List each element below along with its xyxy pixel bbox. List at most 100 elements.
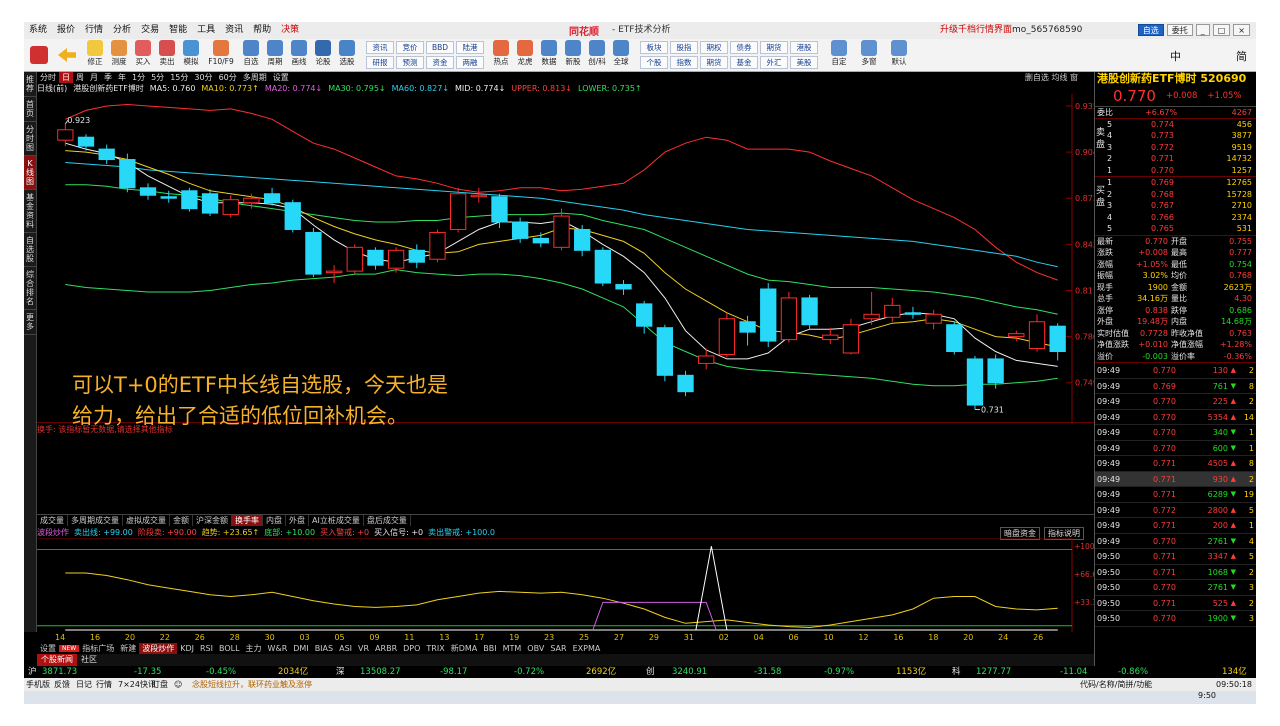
toolbar-btn-6[interactable]: 自选 — [240, 40, 262, 71]
volume-tab-0[interactable]: 成交量 — [37, 515, 68, 526]
period-tab-12[interactable]: 设置 — [270, 72, 292, 83]
news-tab-community[interactable]: 社区 — [77, 654, 101, 666]
upgrade-link[interactable]: 升级千档行情界面 — [940, 22, 1012, 39]
indicator-tab-1[interactable]: NEW — [59, 644, 80, 652]
period-tab-11[interactable]: 多周期 — [240, 72, 270, 83]
toolbar-chip-1-2[interactable]: 资金 — [426, 56, 454, 69]
indicator-tab-22[interactable]: EXPMA — [570, 644, 604, 653]
tick-row[interactable]: 09:50 0.770 1900 ▼ 3 — [1095, 611, 1256, 627]
quote-icon[interactable] — [28, 40, 50, 71]
toolbar-chip-1-3[interactable]: 两融 — [456, 56, 484, 69]
close-icon[interactable]: × — [1233, 24, 1250, 36]
indicator-tab-10[interactable]: DMI — [290, 644, 311, 653]
volume-tab-3[interactable]: 金额 — [170, 515, 193, 526]
autoselect-button[interactable]: 自选 — [1137, 24, 1164, 36]
toolbar-btn-7[interactable]: 周期 — [264, 40, 286, 71]
news-tab-stock[interactable]: 个股新闻 — [37, 654, 77, 666]
tick-row[interactable]: 09:49 0.771 930 ▲ 2 — [1095, 471, 1256, 487]
toolbar-btn-0[interactable]: 修正 — [84, 40, 106, 71]
left-tab-7[interactable]: 更多 — [24, 310, 36, 335]
tick-row[interactable]: 09:50 0.771 3347 ▲ 5 — [1095, 549, 1256, 565]
tick-list[interactable]: 09:49 0.770 130 ▲ 2 09:49 0.769 761 ▼ 8 09:49 0.770… — [1095, 363, 1256, 627]
lang-simplified[interactable]: 简 — [1236, 48, 1247, 64]
tick-row[interactable]: 09:49 0.770 600 ▼ 1 — [1095, 441, 1256, 456]
period-tab-0[interactable]: 分时 — [37, 72, 59, 83]
tick-row[interactable]: 09:50 0.770 2761 ▼ 3 — [1095, 580, 1256, 596]
indicator-tab-20[interactable]: OBV — [524, 644, 547, 653]
tick-row[interactable]: 09:49 0.771 6289 ▼ 19 — [1095, 487, 1256, 503]
lang-zh[interactable]: 中 — [1170, 48, 1181, 64]
status-item-8[interactable]: 代码/名称/简拼/功能 — [1080, 678, 1152, 691]
toolbar-chip2-1-3[interactable]: 基金 — [730, 56, 758, 69]
toolbar-mid-1[interactable]: 龙虎 — [514, 40, 536, 71]
entrust-button[interactable]: 委托 — [1166, 24, 1193, 36]
toolbar-btn-1[interactable]: 测度 — [108, 40, 130, 71]
toolbar-chip2-0-2[interactable]: 期权 — [700, 41, 728, 54]
tick-row[interactable]: 09:49 0.770 130 ▲ 2 — [1095, 363, 1256, 379]
indicator-tab-14[interactable]: ARBR — [372, 644, 400, 653]
sell-level[interactable]: 5 0.774 456 — [1095, 119, 1256, 131]
toolbar-mid-2[interactable]: 数据 — [538, 40, 560, 71]
toolbar-chip2-1-1[interactable]: 指数 — [670, 56, 698, 69]
toolbar-btn-2[interactable]: 买入 — [132, 40, 154, 71]
tick-row[interactable]: 09:49 0.769 761 ▼ 8 — [1095, 379, 1256, 394]
buy-level[interactable]: 2 0.768 15728 — [1095, 189, 1256, 201]
toolbar-btn-9[interactable]: 论股 — [312, 40, 334, 71]
toolbar-chip2-0-0[interactable]: 板块 — [640, 41, 668, 54]
period-tab-1[interactable]: 日 — [59, 72, 73, 83]
left-tab-4[interactable]: 基金资料 — [24, 190, 36, 233]
left-tab-0[interactable]: 推荐 — [24, 72, 36, 97]
indicator-tab-6[interactable]: RSI — [197, 644, 216, 653]
sell-level[interactable]: 3 0.772 9519 — [1095, 142, 1256, 154]
volume-tab-2[interactable]: 虚拟成交量 — [123, 515, 170, 526]
toolbar-chip-1-0[interactable]: 研报 — [366, 56, 394, 69]
menu-item-3[interactable]: 分析 — [108, 22, 136, 39]
tick-row[interactable]: 09:49 0.770 5354 ▲ 14 — [1095, 410, 1256, 425]
toolbar-chip2-1-0[interactable]: 个股 — [640, 56, 668, 69]
tick-row[interactable]: 09:49 0.772 2800 ▲ 5 — [1095, 503, 1256, 518]
indicator-tab-7[interactable]: BOLL — [216, 644, 243, 653]
candle[interactable] — [760, 283, 777, 348]
toolbar-btn-4[interactable]: 模拟 — [180, 40, 202, 71]
candle[interactable] — [594, 247, 611, 287]
tick-row[interactable]: 09:49 0.770 2761 ▼ 4 — [1095, 534, 1256, 549]
toolbar-btn-8[interactable]: 画线 — [288, 40, 310, 71]
indicator-tab-13[interactable]: VR — [355, 644, 372, 653]
indicator-tab-2[interactable]: 指标广场 — [79, 643, 117, 654]
buy-level[interactable]: 3 0.767 2710 — [1095, 200, 1256, 212]
left-tab-5[interactable]: 自选股 — [24, 233, 36, 267]
sell-level[interactable]: 1 0.770 1257 — [1095, 165, 1256, 177]
volume-tab-8[interactable]: AI立桩成交量 — [309, 515, 364, 526]
toolbar-chip2-1-5[interactable]: 美股 — [790, 56, 818, 69]
tick-row[interactable]: 09:49 0.771 200 ▲ 1 — [1095, 518, 1256, 534]
period-tab-7[interactable]: 5分 — [148, 72, 167, 83]
volume-tab-5[interactable]: 换手率 — [232, 515, 263, 526]
toolbar-chip2-0-5[interactable]: 港股 — [790, 41, 818, 54]
menu-item-1[interactable]: 报价 — [52, 22, 80, 39]
indicator-tab-16[interactable]: TRIX — [423, 644, 447, 653]
toolbar-right-1[interactable]: 多窗 — [856, 40, 882, 71]
menu-item-7[interactable]: 资讯 — [220, 22, 248, 39]
toolbar-chip2-1-4[interactable]: 外汇 — [760, 56, 788, 69]
back-icon[interactable] — [56, 40, 78, 71]
indicator-tab-9[interactable]: W&R — [265, 644, 291, 653]
account-name[interactable]: mo_565768590 — [1012, 22, 1082, 39]
toolbar-btn-3[interactable]: 卖出 — [156, 40, 178, 71]
tick-row[interactable]: 09:50 0.771 1068 ▼ 2 — [1095, 565, 1256, 580]
volume-tab-4[interactable]: 沪深金额 — [193, 515, 232, 526]
indicator-tab-12[interactable]: ASI — [336, 644, 355, 653]
tick-row[interactable]: 09:49 0.771 4505 ▲ 8 — [1095, 456, 1256, 472]
toolbar-btn-5[interactable]: F10/F9 — [204, 40, 238, 71]
volume-tab-9[interactable]: 盘后成交量 — [364, 515, 411, 526]
candle[interactable] — [801, 294, 818, 330]
toolbar-chip2-0-3[interactable]: 债券 — [730, 41, 758, 54]
sell-level[interactable]: 2 0.771 14732 — [1095, 153, 1256, 165]
indicator-tab-5[interactable]: KDJ — [177, 644, 197, 653]
menu-item-2[interactable]: 行情 — [80, 22, 108, 39]
candle[interactable] — [181, 187, 198, 212]
candle[interactable] — [201, 189, 219, 217]
indicator-tab-15[interactable]: DPO — [400, 644, 423, 653]
buy-level[interactable]: 4 0.766 2374 — [1095, 212, 1256, 224]
candle[interactable] — [946, 321, 963, 355]
period-tab-3[interactable]: 月 — [87, 72, 101, 83]
